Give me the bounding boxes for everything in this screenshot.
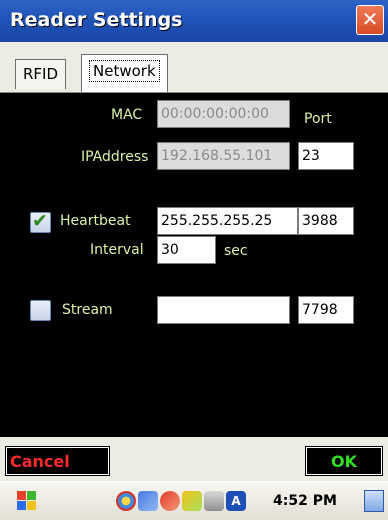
network-panel: MAC 00:00:00:00:00 Port IPAddress 192.16…	[0, 92, 388, 438]
window-title: Reader Settings	[10, 9, 183, 31]
taskbar: A 4:52 PM	[0, 481, 388, 520]
network-status-icon[interactable]	[160, 491, 180, 511]
tab-network[interactable]: Network	[81, 54, 168, 92]
button-bar: Cancel OK	[0, 437, 388, 481]
interval-field[interactable]: 30	[157, 236, 216, 264]
interval-label: Interval	[90, 242, 144, 258]
stream-port-field[interactable]: 7798	[298, 296, 354, 324]
mac-field: 00:00:00:00:00	[157, 100, 290, 128]
ip-port-field[interactable]: 23	[298, 142, 354, 170]
ipaddress-label: IPAddress	[81, 149, 149, 165]
ok-button[interactable]: OK	[305, 446, 383, 476]
stream-address-field[interactable]	[157, 296, 290, 324]
heartbeat-address-field[interactable]: 255.255.255.25	[157, 207, 298, 235]
title-bar: Reader Settings ✕	[0, 0, 388, 42]
heartbeat-port-field[interactable]: 3988	[298, 207, 354, 235]
heartbeat-checkbox[interactable]: ✔	[30, 210, 51, 233]
tab-rfid-label: RFID	[23, 65, 59, 83]
checkmark-icon: ✔	[32, 210, 48, 232]
connectivity-icon[interactable]	[116, 491, 136, 511]
ipaddress-field: 192.168.55.101	[157, 142, 290, 170]
keyboard-icon[interactable]	[204, 491, 224, 511]
desktop-icon[interactable]	[364, 490, 384, 512]
tab-rfid[interactable]: RFID	[15, 59, 67, 89]
power-icon[interactable]	[182, 491, 202, 511]
clock[interactable]: 4:52 PM	[273, 493, 337, 509]
interval-unit: sec	[224, 243, 248, 259]
close-icon: ✕	[361, 7, 379, 31]
stream-label: Stream	[62, 302, 113, 318]
cancel-button[interactable]: Cancel	[5, 446, 110, 476]
tab-network-label: Network	[89, 60, 160, 82]
mac-label: MAC	[111, 107, 143, 123]
close-button[interactable]: ✕	[356, 5, 384, 35]
input-mode-icon[interactable]: A	[226, 491, 246, 511]
heartbeat-label: Heartbeat	[60, 213, 131, 229]
sync-icon[interactable]	[138, 491, 158, 511]
stream-checkbox[interactable]	[30, 300, 51, 321]
tab-strip: RFID Network	[0, 42, 388, 92]
start-windows-flag-icon[interactable]	[15, 489, 39, 513]
port-header: Port	[304, 111, 332, 127]
